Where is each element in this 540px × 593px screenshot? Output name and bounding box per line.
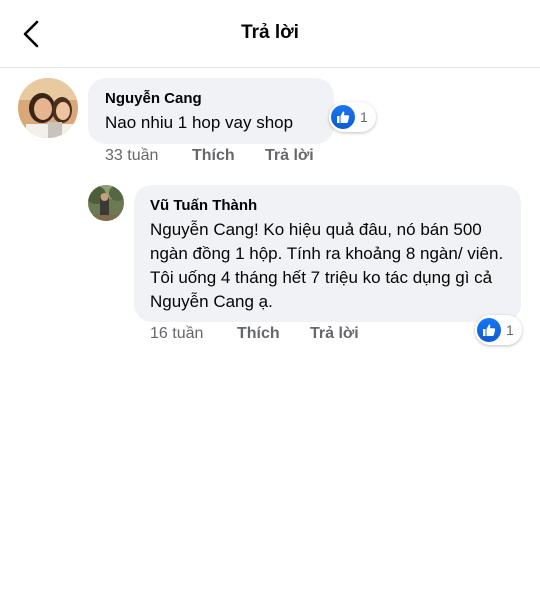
reply-button[interactable]: Trả lời [265, 147, 314, 165]
avatar[interactable] [88, 185, 124, 221]
reaction-count: 1 [360, 109, 368, 125]
like-button[interactable]: Thích [237, 325, 280, 343]
page-title: Trả lời [241, 22, 299, 43]
comment-text: Nguyễn Cang! Ko hiệu quả đâu, nó bán 500… [150, 220, 504, 311]
reaction-count: 1 [506, 322, 514, 338]
comment-author[interactable]: Nguyễn Cang [105, 90, 202, 107]
like-icon [477, 318, 501, 342]
avatar[interactable] [18, 78, 78, 138]
like-button[interactable]: Thích [192, 147, 235, 165]
comment-timestamp: 33 tuần [105, 147, 159, 164]
comment-author[interactable]: Vũ Tuấn Thành [150, 197, 257, 214]
top-bar: Trả lời [0, 0, 540, 68]
reply-button[interactable]: Trả lời [310, 325, 359, 343]
comment-timestamp: 16 tuần [150, 325, 204, 342]
comment-text: Nao nhiu 1 hop vay shop [105, 113, 294, 132]
like-icon [331, 105, 355, 129]
reaction-badge[interactable]: 1 [329, 102, 376, 132]
reaction-badge[interactable]: 1 [475, 315, 522, 345]
